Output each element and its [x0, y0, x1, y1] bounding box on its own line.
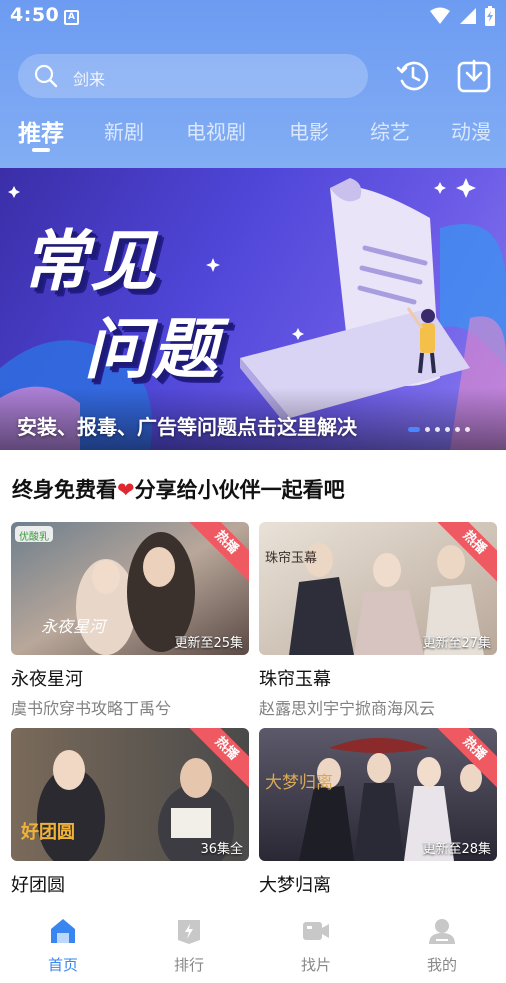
nav-home[interactable]: 首页	[23, 916, 103, 975]
episode-update: 更新至27集	[422, 636, 491, 651]
tab-anime[interactable]: 动漫	[451, 116, 491, 145]
video-card[interactable]: 永夜星河 优酸乳 热播 更新至25集 永夜星河 虞书欣穿书攻略丁禹兮	[11, 522, 249, 719]
tab-movie[interactable]: 电影	[289, 116, 329, 145]
pagination-dot	[465, 427, 470, 432]
svg-text:珠帘玉幕: 珠帘玉幕	[265, 550, 317, 566]
history-icon[interactable]	[395, 58, 431, 94]
header: 4:50 A 剑来 推荐 新剧 电视剧 电影 综艺 动漫	[0, 0, 506, 168]
svg-text:好团圆: 好团圆	[20, 821, 75, 843]
tab-variety[interactable]: 综艺	[370, 116, 410, 145]
tab-new-drama[interactable]: 新剧	[104, 116, 144, 145]
status-bar: 4:50 A	[0, 0, 506, 36]
video-thumbnail[interactable]: 大梦归离 热播 更新至28集	[259, 728, 497, 861]
banner-headline-2: 问题	[84, 311, 220, 388]
svg-text:永夜星河: 永夜星河	[41, 617, 108, 636]
status-icons	[430, 6, 496, 26]
video-title[interactable]: 珠帘玉幕	[259, 665, 497, 691]
nav-ranking[interactable]: 排行	[149, 916, 229, 975]
notification-icon: A	[64, 10, 79, 25]
section-title: 终身免费看❤分享给小伙伴一起看吧	[12, 474, 345, 504]
category-tabs: 推荐 新剧 电视剧 电影 综艺 动漫	[0, 112, 506, 158]
section-title-text-2: 分享给小伙伴一起看吧	[134, 478, 345, 502]
video-card[interactable]: 大梦归离 热播 更新至28集 大梦归离 侯明昊陈都灵田嘉瑞入捉妖局	[259, 728, 497, 925]
video-title[interactable]: 大梦归离	[259, 871, 497, 897]
pagination-dot	[408, 427, 420, 432]
video-subtitle: 虞书欣穿书攻略丁禹兮	[11, 699, 172, 718]
video-subtitle: 赵露思刘宇宁掀商海风云	[259, 699, 436, 718]
nav-home-label: 首页	[47, 956, 78, 974]
episode-update: 更新至28集	[422, 842, 491, 857]
svg-text:大梦归离: 大梦归离	[265, 773, 333, 793]
nav-profile-label: 我的	[426, 956, 457, 974]
pagination-dot	[425, 427, 430, 432]
tab-tv-series[interactable]: 电视剧	[186, 116, 246, 145]
video-card[interactable]: 好团圆 热播 36集全 好团圆 白百何陈赫上演再见津果	[11, 728, 249, 925]
pagination-dot	[435, 427, 440, 432]
battery-icon	[485, 6, 495, 26]
banner-caption: 安装、报毒、广告等问题点击这里解决	[17, 415, 357, 439]
signal-icon	[460, 8, 476, 24]
ranking-icon	[178, 920, 200, 944]
active-tab-indicator	[32, 148, 50, 152]
video-card[interactable]: 珠帘玉幕 热播 更新至27集 珠帘玉幕 赵露思刘宇宁掀商海风云	[259, 522, 497, 719]
banner-headline-1: 常见	[22, 223, 158, 300]
nav-ranking-label: 排行	[173, 956, 204, 974]
search-bar[interactable]: 剑来	[18, 54, 368, 98]
profile-icon	[429, 919, 455, 944]
heart-icon: ❤	[117, 478, 135, 502]
episode-update: 更新至25集	[174, 636, 243, 651]
bottom-navigation: 首页 排行 找片 我的	[0, 906, 506, 983]
nav-find-label: 找片	[300, 956, 331, 974]
wifi-icon	[430, 7, 450, 24]
video-camera-icon	[303, 922, 329, 940]
pagination-dot	[455, 427, 460, 432]
video-title[interactable]: 好团圆	[11, 871, 249, 897]
search-icon	[34, 64, 58, 88]
nav-find[interactable]: 找片	[276, 916, 356, 975]
pagination-dot	[445, 427, 450, 432]
tab-recommend[interactable]: 推荐	[18, 114, 64, 148]
banner[interactable]: 常见 问题 安装、报毒、广告等问题点击这里解决	[0, 168, 506, 450]
episode-update: 36集全	[200, 842, 243, 857]
sponsor-logo: 优酸乳	[19, 532, 49, 543]
video-title[interactable]: 永夜星河	[11, 665, 249, 691]
status-time: 4:50	[10, 4, 60, 26]
banner-pagination	[408, 427, 470, 432]
download-icon[interactable]	[456, 58, 492, 94]
nav-profile[interactable]: 我的	[402, 916, 482, 975]
search-placeholder[interactable]: 剑来	[73, 66, 105, 90]
video-thumbnail[interactable]: 好团圆 热播 36集全	[11, 728, 249, 861]
section-title-text-1: 终身免费看	[12, 478, 117, 502]
home-icon	[51, 919, 75, 943]
video-thumbnail[interactable]: 珠帘玉幕 热播 更新至27集	[259, 522, 497, 655]
video-thumbnail[interactable]: 永夜星河 优酸乳 热播 更新至25集	[11, 522, 249, 655]
